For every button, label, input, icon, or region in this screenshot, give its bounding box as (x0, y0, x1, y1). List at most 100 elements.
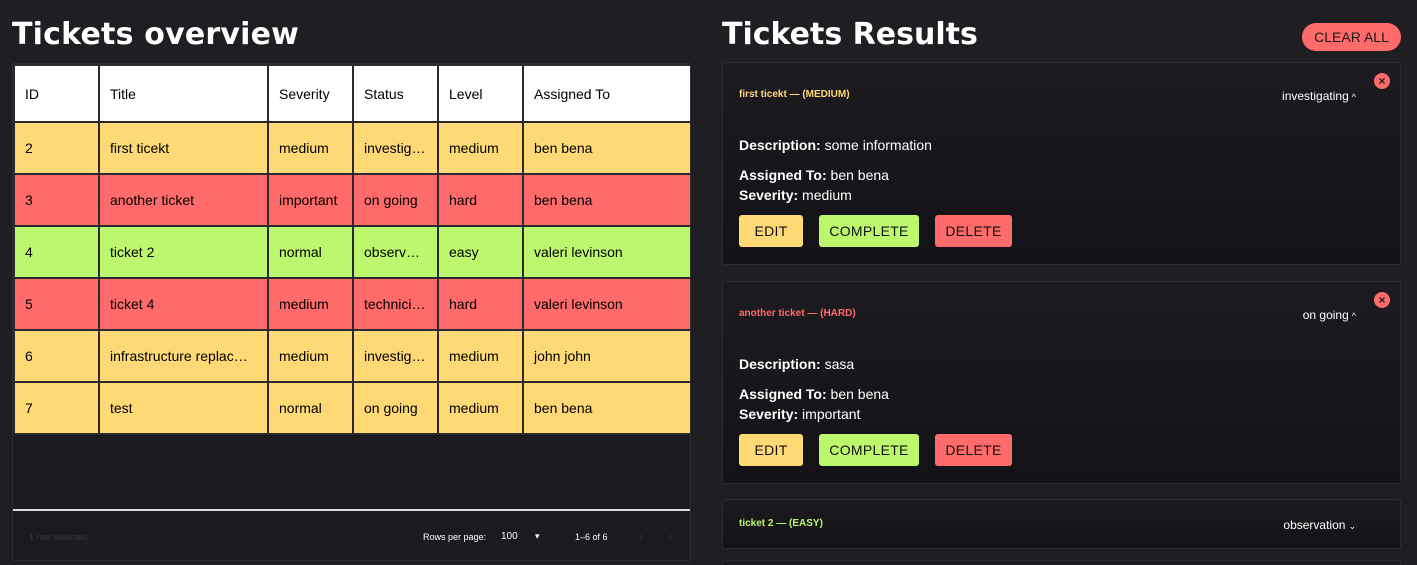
cell-severity[interactable]: normal (267, 381, 354, 435)
cell-status[interactable]: investig… (352, 329, 439, 383)
severity-value: medium (802, 187, 852, 203)
cell-status[interactable]: investig… (352, 121, 439, 175)
close-icon[interactable]: × (1374, 292, 1390, 308)
status-dropdown[interactable]: on going ^ (1303, 308, 1356, 322)
description-label: Description: (739, 356, 821, 372)
assigned-value: ben bena (830, 386, 889, 402)
description-line: Description: some information (739, 137, 932, 153)
status-dropdown[interactable]: observation ⌄ (1283, 518, 1356, 532)
cell-title[interactable]: test (98, 381, 269, 435)
card-title: first ticekt — (MEDIUM) (739, 89, 850, 100)
cell-level[interactable]: medium (437, 381, 524, 435)
card-header[interactable]: ticket 2 — (EASY) observation ⌄ (723, 500, 1400, 550)
cell-severity[interactable]: medium (267, 277, 354, 331)
status-label: observation (1283, 518, 1346, 532)
table-row[interactable]: 5 ticket 4 medium technici… hard valeri … (13, 277, 690, 331)
cell-title[interactable]: first ticekt (98, 121, 269, 175)
cell-assigned[interactable]: valeri levinson (522, 225, 690, 279)
cell-severity[interactable]: important (267, 173, 354, 227)
assigned-value: ben bena (830, 167, 889, 183)
description-value: some information (824, 137, 932, 153)
table-row[interactable]: 3 another ticket important on going hard… (13, 173, 690, 227)
edit-button[interactable]: EDIT (739, 434, 803, 466)
chevron-down-icon[interactable]: ▾ (535, 531, 540, 542)
column-header-severity[interactable]: Severity (267, 64, 354, 123)
status-label: investigating (1282, 89, 1349, 103)
cell-assigned[interactable]: john john (522, 329, 690, 383)
cell-id[interactable]: 2 (13, 121, 100, 175)
cell-id[interactable]: 6 (13, 329, 100, 383)
severity-value: important (802, 406, 861, 422)
tickets-table: ID Title Severity Status Level Assigned … (13, 64, 690, 435)
cell-title[interactable]: another ticket (98, 173, 269, 227)
cell-title[interactable]: ticket 4 (98, 277, 269, 331)
complete-button[interactable]: COMPLETE (819, 434, 919, 466)
card-title: another ticket — (HARD) (739, 308, 856, 319)
clear-all-button[interactable]: CLEAR ALL (1302, 23, 1401, 51)
cell-level[interactable]: hard (437, 277, 524, 331)
assigned-label: Assigned To: (739, 386, 827, 402)
card-header[interactable]: another ticket — (HARD) on going ^ × (723, 282, 1400, 342)
tickets-grid: ID Title Severity Status Level Assigned … (12, 63, 691, 561)
chevron-right-icon[interactable]: › (669, 531, 672, 542)
cell-status[interactable]: technici… (352, 277, 439, 331)
cell-assigned[interactable]: ben bena (522, 121, 690, 175)
column-header-level[interactable]: Level (437, 64, 524, 123)
selected-count: 1 row selected (29, 531, 88, 542)
column-header-title[interactable]: Title (98, 64, 269, 123)
cell-status[interactable]: on going (352, 381, 439, 435)
description-line: Description: sasa (739, 356, 854, 372)
cell-level[interactable]: hard (437, 173, 524, 227)
rows-per-page-label: Rows per page: (423, 531, 487, 542)
cell-severity[interactable]: medium (267, 329, 354, 383)
table-row[interactable]: 2 first ticekt medium investig… medium b… (13, 121, 690, 175)
cell-level[interactable]: easy (437, 225, 524, 279)
column-header-status[interactable]: Status (352, 64, 439, 123)
description-value: sasa (824, 356, 855, 372)
cell-id[interactable]: 7 (13, 381, 100, 435)
severity-line: Severity: medium (739, 187, 852, 203)
chevron-up-icon: ^ (1351, 92, 1356, 102)
cell-severity[interactable]: medium (267, 121, 354, 175)
table-row[interactable]: 4 ticket 2 normal observ… easy valeri le… (13, 225, 690, 279)
assigned-line: Assigned To: ben bena (739, 386, 889, 402)
cell-status[interactable]: observ… (352, 225, 439, 279)
cell-assigned[interactable]: ben bena (522, 173, 690, 227)
card-header[interactable]: first ticekt — (MEDIUM) investigating ^ × (723, 63, 1400, 123)
assigned-label: Assigned To: (739, 167, 827, 183)
table-row[interactable]: 6 infrastructure replac… medium investig… (13, 329, 690, 383)
cell-title[interactable]: infrastructure replac… (98, 329, 269, 383)
delete-button[interactable]: DELETE (935, 215, 1012, 247)
cell-id[interactable]: 5 (13, 277, 100, 331)
edit-button[interactable]: EDIT (739, 215, 803, 247)
cell-status[interactable]: on going (352, 173, 439, 227)
table-header-row: ID Title Severity Status Level Assigned … (13, 64, 690, 123)
cell-severity[interactable]: normal (267, 225, 354, 279)
ticket-card: first ticekt — (MEDIUM) investigating ^ ×… (722, 62, 1401, 265)
cell-assigned[interactable]: ben bena (522, 381, 690, 435)
tickets-page: Tickets overview ID Title Severity Statu… (0, 0, 1417, 565)
description-label: Description: (739, 137, 821, 153)
grid-footer: 1 row selected Rows per page: 100 ▾ 1–6 … (13, 509, 690, 560)
close-icon[interactable]: × (1374, 73, 1390, 89)
delete-button[interactable]: DELETE (935, 434, 1012, 466)
table-row[interactable]: 7 test normal on going medium ben bena (13, 381, 690, 435)
cell-level[interactable]: medium (437, 121, 524, 175)
assigned-line: Assigned To: ben bena (739, 167, 889, 183)
rows-per-page-select[interactable]: 100 (501, 531, 518, 542)
chevron-left-icon[interactable]: ‹ (639, 531, 642, 542)
column-header-assigned[interactable]: Assigned To (522, 64, 690, 123)
overview-title: Tickets overview (12, 17, 300, 52)
status-dropdown[interactable]: investigating ^ (1282, 89, 1356, 103)
severity-line: Severity: important (739, 406, 860, 422)
cell-id[interactable]: 3 (13, 173, 100, 227)
cell-title[interactable]: ticket 2 (98, 225, 269, 279)
column-header-id[interactable]: ID (13, 64, 100, 123)
cell-level[interactable]: medium (437, 329, 524, 383)
cell-id[interactable]: 4 (13, 225, 100, 279)
cell-assigned[interactable]: valeri levinson (522, 277, 690, 331)
ticket-card: ticket 2 — (EASY) observation ⌄ (722, 499, 1401, 549)
grid-empty-area (13, 434, 690, 509)
complete-button[interactable]: COMPLETE (819, 215, 919, 247)
severity-label: Severity: (739, 406, 799, 422)
